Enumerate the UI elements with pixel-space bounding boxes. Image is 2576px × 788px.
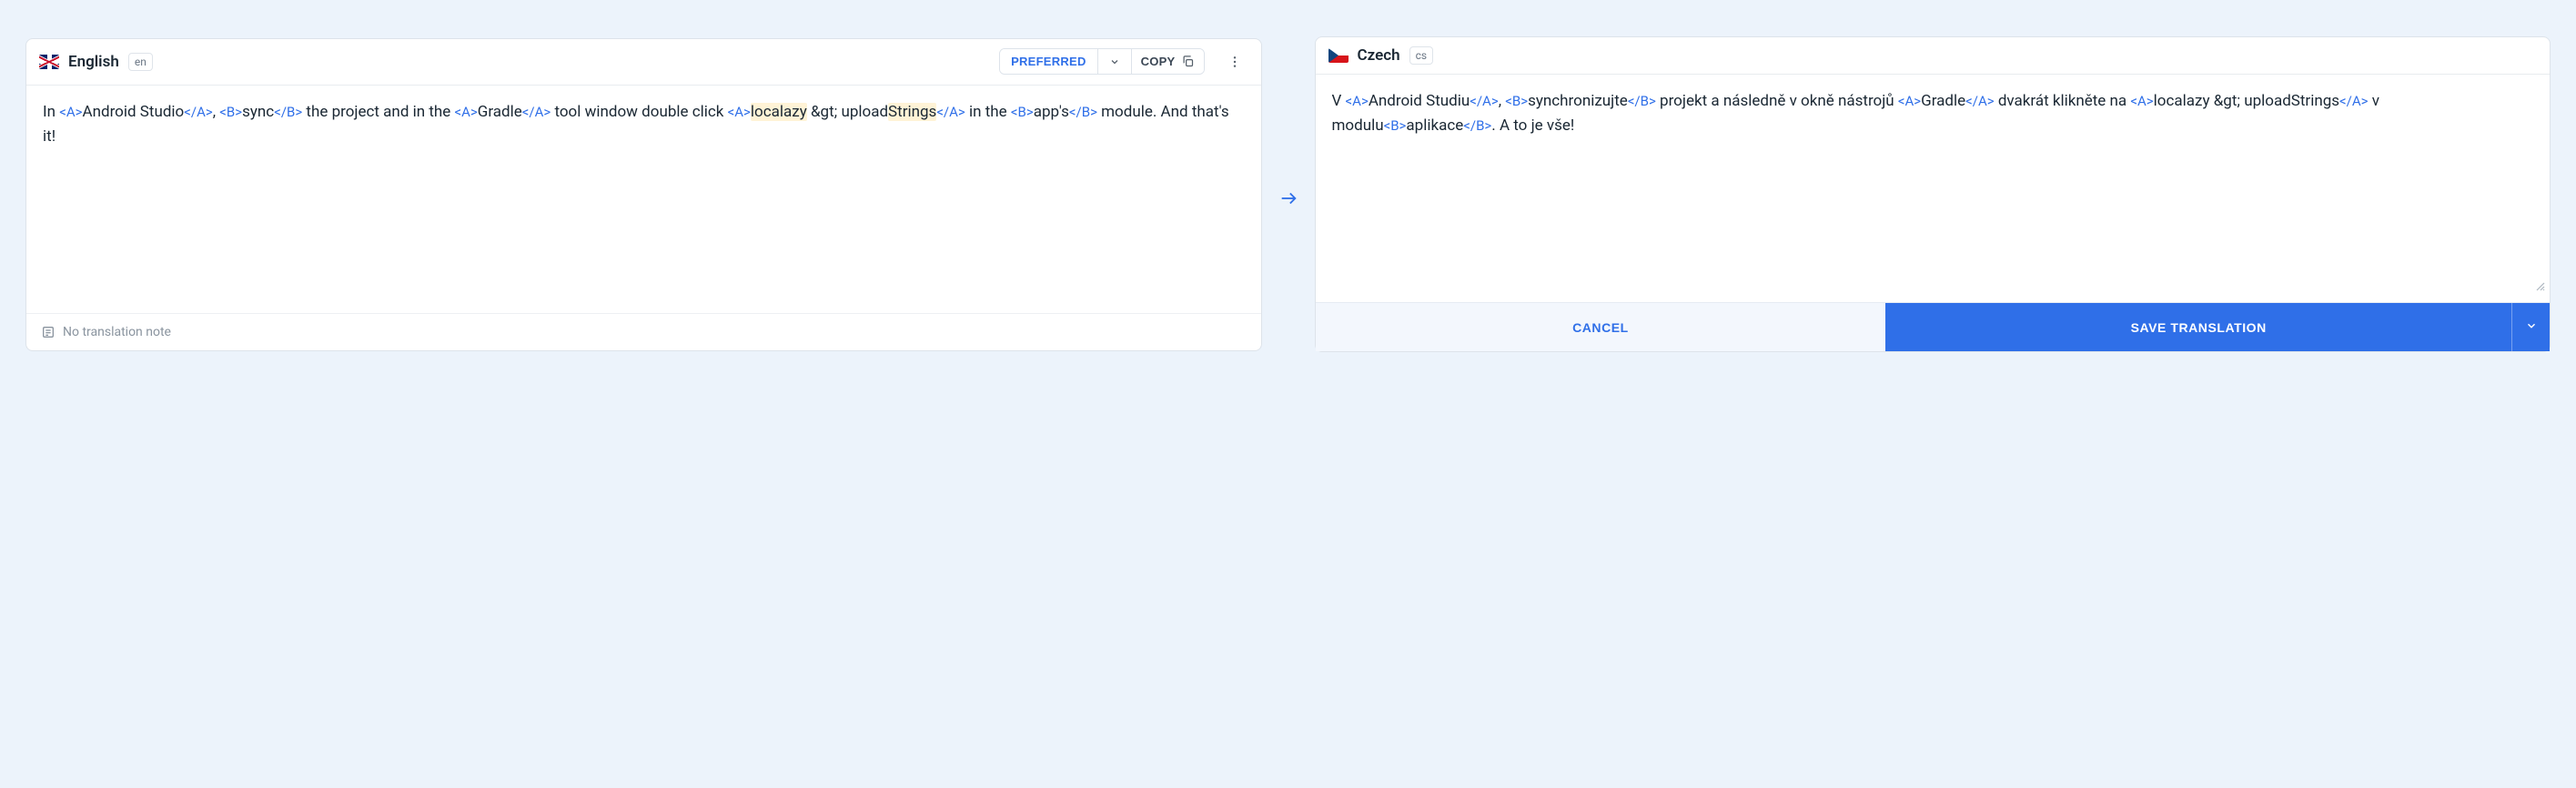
translation-note-placeholder: No translation note bbox=[63, 325, 171, 339]
target-header: Czech cs bbox=[1316, 37, 2551, 75]
target-text-input[interactable]: V <A>Android Studiu</A>, <B>synchronizuj… bbox=[1316, 75, 2551, 302]
save-dropdown-button[interactable] bbox=[2511, 303, 2550, 351]
translation-editor: English en PREFERRED COPY bbox=[25, 36, 2551, 352]
translation-note-row[interactable]: No translation note bbox=[26, 313, 1261, 350]
target-action-row: CANCEL SAVE TRANSLATION bbox=[1316, 302, 2551, 351]
chevron-down-icon bbox=[2525, 319, 2538, 335]
direction-arrow bbox=[1278, 181, 1298, 208]
preferred-dropdown-button[interactable] bbox=[1098, 49, 1132, 74]
source-header: English en PREFERRED COPY bbox=[26, 39, 1261, 86]
resize-handle-icon bbox=[2535, 278, 2546, 298]
note-icon bbox=[41, 325, 56, 339]
flag-uk-icon bbox=[39, 55, 59, 69]
source-text: In <A>Android Studio</A>, <B>sync</B> th… bbox=[26, 86, 1261, 313]
cancel-button[interactable]: CANCEL bbox=[1316, 303, 1886, 351]
source-language-name: English bbox=[68, 53, 119, 71]
preferred-label: PREFERRED bbox=[1011, 55, 1086, 68]
save-translation-button[interactable]: SAVE TRANSLATION bbox=[1885, 303, 2511, 351]
target-pane: Czech cs V <A>Android Studiu</A>, <B>syn… bbox=[1315, 36, 2551, 352]
chevron-down-icon bbox=[1109, 56, 1120, 67]
flag-cz-icon bbox=[1328, 48, 1349, 63]
copy-label: COPY bbox=[1141, 55, 1176, 68]
target-language-code: cs bbox=[1409, 46, 1433, 65]
source-header-controls: PREFERRED COPY bbox=[999, 48, 1204, 75]
arrow-right-icon bbox=[1278, 188, 1298, 208]
copy-icon bbox=[1181, 55, 1195, 68]
source-more-menu-button[interactable] bbox=[1221, 48, 1248, 76]
target-language-name: Czech bbox=[1358, 46, 1400, 65]
kebab-menu-icon bbox=[1227, 55, 1242, 69]
source-language-code: en bbox=[128, 53, 153, 71]
preferred-button[interactable]: PREFERRED bbox=[1000, 49, 1098, 74]
copy-button[interactable]: COPY bbox=[1132, 49, 1204, 74]
source-pane: English en PREFERRED COPY bbox=[25, 38, 1262, 351]
